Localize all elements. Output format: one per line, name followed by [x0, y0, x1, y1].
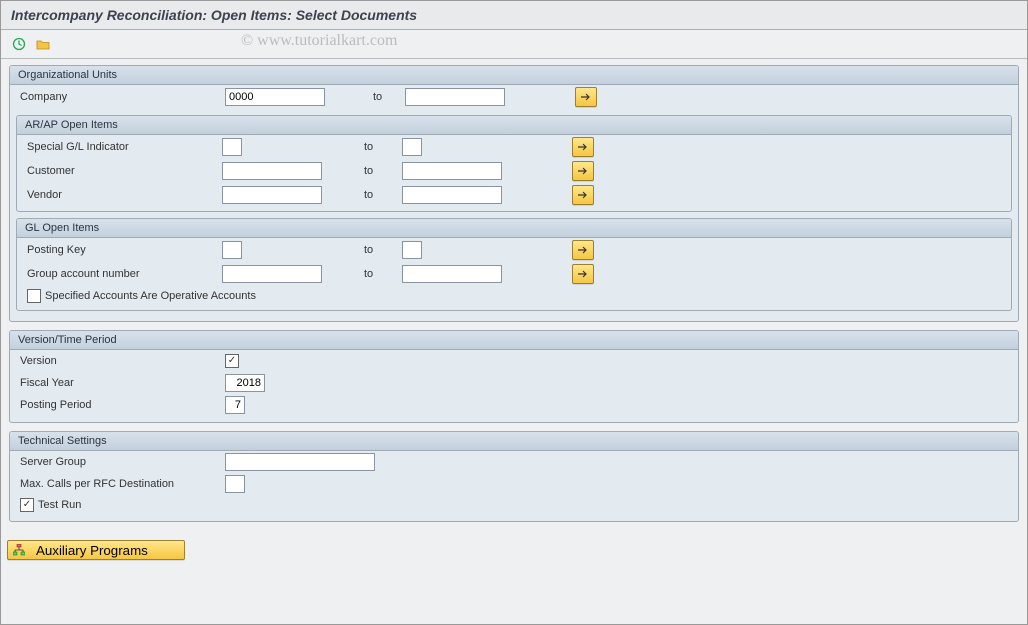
label-group-acct: Group account number — [27, 268, 222, 280]
label-vendor: Vendor — [27, 189, 222, 201]
company-to-input[interactable] — [405, 88, 505, 106]
label-company: Company — [20, 91, 225, 103]
arrow-right-icon — [578, 167, 588, 175]
customer-from-input[interactable] — [222, 162, 322, 180]
label-special-gl: Special G/L Indicator — [27, 141, 222, 153]
label-posting-period: Posting Period — [20, 399, 225, 411]
fiscal-year-input[interactable] — [225, 374, 265, 392]
auxiliary-programs-button[interactable]: Auxiliary Programs — [7, 540, 185, 560]
label-specified-accounts: Specified Accounts Are Operative Account… — [45, 290, 256, 302]
server-group-input[interactable] — [225, 453, 375, 471]
label-server-group: Server Group — [20, 456, 225, 468]
hierarchy-icon — [12, 543, 26, 557]
clock-execute-icon — [12, 37, 26, 51]
group-acct-to-input[interactable] — [402, 265, 502, 283]
arrow-right-icon — [578, 191, 588, 199]
label-max-calls: Max. Calls per RFC Destination — [20, 478, 225, 490]
arrow-right-icon — [578, 143, 588, 151]
label-to: to — [322, 268, 402, 280]
arrow-right-icon — [578, 246, 588, 254]
label-to: to — [322, 165, 402, 177]
execute-button[interactable] — [9, 34, 29, 54]
customer-to-input[interactable] — [402, 162, 502, 180]
special-gl-to-input[interactable] — [402, 138, 422, 156]
vendor-range-button[interactable] — [572, 185, 594, 205]
vendor-from-input[interactable] — [222, 186, 322, 204]
get-variant-button[interactable] — [33, 34, 53, 54]
posting-period-input[interactable] — [225, 396, 245, 414]
group-gl-open-items: GL Open Items Posting Key to Group accou… — [16, 218, 1012, 311]
group-header-org: Organizational Units — [10, 66, 1018, 85]
window-title: Intercompany Reconciliation: Open Items:… — [1, 1, 1027, 30]
label-to: to — [325, 91, 405, 103]
group-version-time: Version/Time Period Version ✓ Fiscal Yea… — [9, 330, 1019, 423]
label-test-run: Test Run — [38, 499, 81, 511]
posting-key-to-input[interactable] — [402, 241, 422, 259]
label-fiscal-year: Fiscal Year — [20, 377, 225, 389]
group-acct-from-input[interactable] — [222, 265, 322, 283]
toolbar: © www.tutorialkart.com — [1, 30, 1027, 59]
group-header-tech: Technical Settings — [10, 432, 1018, 451]
test-run-checkbox[interactable]: ✓ — [20, 498, 34, 512]
customer-range-button[interactable] — [572, 161, 594, 181]
group-header-arap: AR/AP Open Items — [17, 116, 1011, 135]
version-checkbox[interactable]: ✓ — [225, 354, 239, 368]
group-arap-open-items: AR/AP Open Items Special G/L Indicator t… — [16, 115, 1012, 212]
folder-star-icon — [36, 37, 50, 51]
company-range-button[interactable] — [575, 87, 597, 107]
label-to: to — [322, 244, 402, 256]
group-acct-range-button[interactable] — [572, 264, 594, 284]
special-gl-from-input[interactable] — [222, 138, 242, 156]
posting-key-from-input[interactable] — [222, 241, 242, 259]
special-gl-range-button[interactable] — [572, 137, 594, 157]
auxiliary-programs-label: Auxiliary Programs — [36, 543, 148, 558]
arrow-right-icon — [578, 270, 588, 278]
label-to: to — [322, 141, 402, 153]
label-posting-key: Posting Key — [27, 244, 222, 256]
label-version: Version — [20, 355, 225, 367]
group-technical-settings: Technical Settings Server Group Max. Cal… — [9, 431, 1019, 522]
label-to: to — [322, 189, 402, 201]
vendor-to-input[interactable] — [402, 186, 502, 204]
arrow-right-icon — [581, 93, 591, 101]
specified-accounts-checkbox[interactable] — [27, 289, 41, 303]
group-header-version: Version/Time Period — [10, 331, 1018, 350]
group-organizational-units: Organizational Units Company to AR/AP Op… — [9, 65, 1019, 322]
max-calls-input[interactable] — [225, 475, 245, 493]
posting-key-range-button[interactable] — [572, 240, 594, 260]
watermark-text: © www.tutorialkart.com — [241, 32, 397, 50]
label-customer: Customer — [27, 165, 222, 177]
group-header-gl: GL Open Items — [17, 219, 1011, 238]
company-from-input[interactable] — [225, 88, 325, 106]
